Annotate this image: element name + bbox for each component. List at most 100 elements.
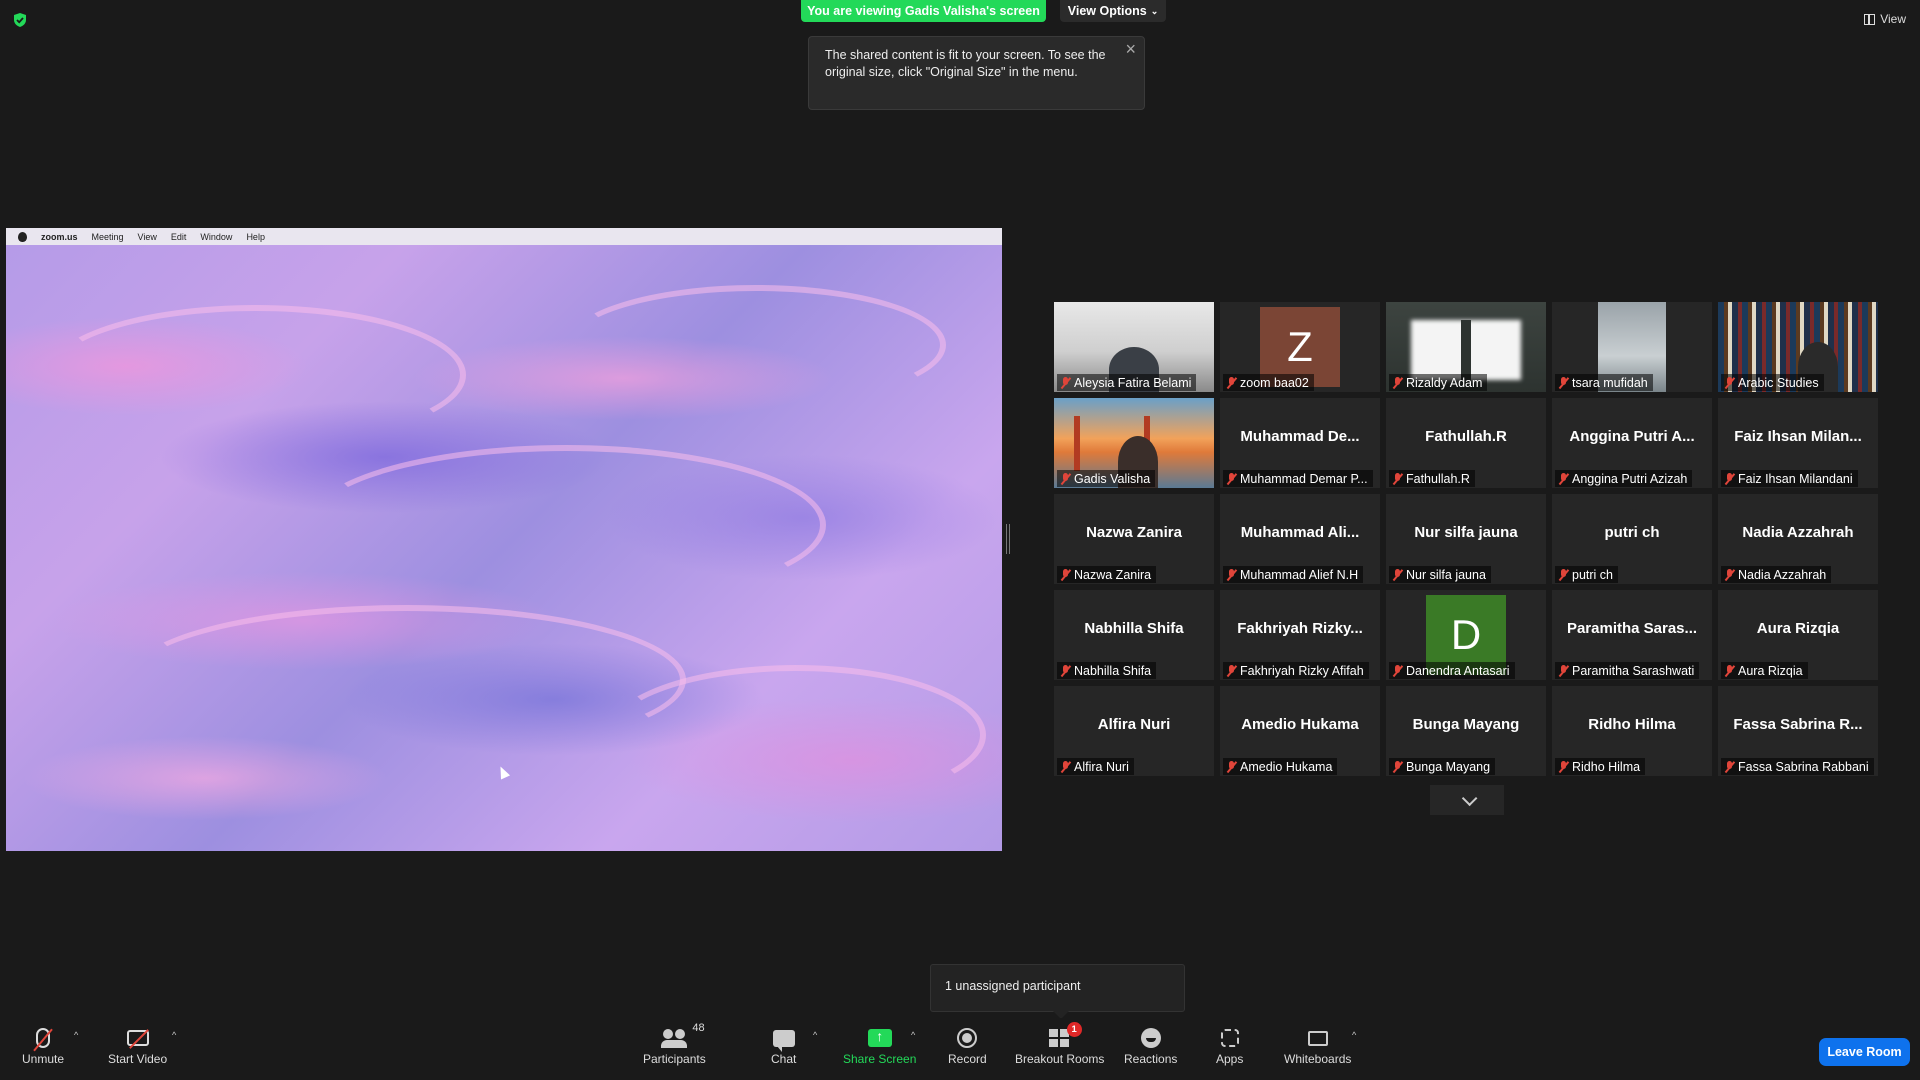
participant-tile[interactable]: Muhammad De... Muhammad Demar P... xyxy=(1220,398,1380,488)
participant-tile[interactable]: Faiz Ihsan Milan... Faiz Ihsan Milandani xyxy=(1718,398,1878,488)
resize-handle[interactable] xyxy=(1006,524,1010,554)
mic-muted-icon xyxy=(1227,376,1236,389)
participant-name-label: Alfira Nuri xyxy=(1057,758,1134,775)
participant-name-label: Danendra Antasari xyxy=(1389,662,1515,679)
reactions-label: Reactions xyxy=(1124,1052,1178,1066)
participant-name-label: Faiz Ihsan Milandani xyxy=(1721,470,1858,487)
close-icon[interactable]: × xyxy=(1125,40,1136,58)
participant-display-name: Paramitha Saras... xyxy=(1566,620,1698,637)
participant-tile[interactable]: Aleysia Fatira Belami xyxy=(1054,302,1214,392)
participant-display-name: Ridho Hilma xyxy=(1588,716,1676,733)
participant-name: Ridho Hilma xyxy=(1572,759,1641,774)
breakout-badge: 1 xyxy=(1066,1022,1082,1037)
participant-tile[interactable]: Nadia Azzahrah Nadia Azzahrah xyxy=(1718,494,1878,584)
shared-menu-item: Help xyxy=(246,231,265,242)
participant-name-label: Aleysia Fatira Belami xyxy=(1057,374,1197,391)
chat-options-caret[interactable]: ^ xyxy=(813,1030,817,1040)
participant-name: Faiz Ihsan Milandani xyxy=(1738,471,1853,486)
mic-muted-icon xyxy=(1061,376,1070,389)
participant-name-label: Arabic Studies xyxy=(1721,374,1824,391)
participant-name-label: tsara mufidah xyxy=(1555,374,1653,391)
participant-tile[interactable]: Muhammad Ali... Muhammad Alief N.H xyxy=(1220,494,1380,584)
participant-name: Danendra Antasari xyxy=(1406,663,1510,678)
participant-display-name: Bunga Mayang xyxy=(1412,716,1520,733)
participants-label: Participants xyxy=(643,1052,706,1066)
shared-screen[interactable]: zoom.us Meeting View Edit Window Help xyxy=(6,228,1002,851)
reactions-button[interactable]: Reactions xyxy=(1124,1024,1177,1066)
audio-options-caret[interactable]: ^ xyxy=(74,1030,78,1040)
participant-name-label: Paramitha Sarashwati xyxy=(1555,662,1700,679)
participant-tile[interactable]: Zzoom baa02 xyxy=(1220,302,1380,392)
leave-room-button[interactable]: Leave Room xyxy=(1819,1038,1910,1066)
share-screen-icon xyxy=(867,1028,892,1047)
whiteboards-button[interactable]: Whiteboards xyxy=(1284,1024,1351,1066)
participant-tile[interactable]: Nabhilla Shifa Nabhilla Shifa xyxy=(1054,590,1214,680)
participant-name: putri ch xyxy=(1572,567,1613,582)
gallery-scroll-down-button[interactable] xyxy=(1430,785,1504,815)
participant-tile[interactable]: Anggina Putri A... Anggina Putri Azizah xyxy=(1552,398,1712,488)
mic-muted-icon xyxy=(1061,472,1070,485)
start-video-button[interactable]: Start Video xyxy=(108,1024,167,1066)
participant-tile[interactable]: Alfira Nuri Alfira Nuri xyxy=(1054,686,1214,776)
participant-name: Nur silfa jauna xyxy=(1406,567,1486,582)
apps-button[interactable]: Apps xyxy=(1216,1024,1243,1066)
top-view-button[interactable]: View xyxy=(1864,12,1906,26)
participant-tile[interactable]: Bunga Mayang Bunga Mayang xyxy=(1386,686,1546,776)
mic-muted-icon xyxy=(1393,472,1402,485)
participant-name-label: Nadia Azzahrah xyxy=(1721,566,1832,583)
participant-tile[interactable]: Fathullah.R Fathullah.R xyxy=(1386,398,1546,488)
unassigned-participant-notice[interactable]: 1 unassigned participant xyxy=(930,964,1185,1019)
participant-tile[interactable]: tsara mufidah xyxy=(1552,302,1712,392)
participant-name: Rizaldy Adam xyxy=(1406,375,1483,390)
video-options-caret[interactable]: ^ xyxy=(172,1030,176,1040)
participant-name: zoom baa02 xyxy=(1240,375,1309,390)
shield-icon[interactable] xyxy=(12,12,28,28)
participant-tile[interactable]: Fakhriyah Rizky... Fakhriyah Rizky Afifah xyxy=(1220,590,1380,680)
participant-tile[interactable]: Ridho Hilma Ridho Hilma xyxy=(1552,686,1712,776)
chat-icon xyxy=(772,1029,795,1052)
participant-name-label: Rizaldy Adam xyxy=(1389,374,1488,391)
participant-tile[interactable]: Paramitha Saras... Paramitha Sarashwati xyxy=(1552,590,1712,680)
unassigned-text: 1 unassigned participant xyxy=(945,979,1081,993)
participant-tile[interactable]: D Danendra Antasari xyxy=(1386,590,1546,680)
participant-name-label: putri ch xyxy=(1555,566,1618,583)
participant-display-name: Fathullah.R xyxy=(1425,428,1507,445)
participant-tile[interactable]: Nazwa Zanira Nazwa Zanira xyxy=(1054,494,1214,584)
participant-display-name: Fakhriyah Rizky... xyxy=(1237,620,1363,637)
participant-display-name: Faiz Ihsan Milan... xyxy=(1734,428,1862,445)
video-off-icon xyxy=(126,1030,149,1046)
mic-muted-icon xyxy=(1393,376,1402,389)
participant-tile[interactable]: Amedio Hukama Amedio Hukama xyxy=(1220,686,1380,776)
shared-menu-item: zoom.us xyxy=(41,231,78,242)
participant-name: Gadis Valisha xyxy=(1074,471,1151,486)
shared-menu-item: Edit xyxy=(170,231,187,242)
mic-muted-icon xyxy=(1227,664,1236,677)
participant-tile[interactable]: putri ch putri ch xyxy=(1552,494,1712,584)
participant-name: Muhammad Demar P... xyxy=(1240,471,1368,486)
record-button[interactable]: Record xyxy=(948,1024,987,1066)
mic-muted-icon xyxy=(1393,760,1402,773)
participant-tile[interactable]: Fassa Sabrina R... Fassa Sabrina Rabbani xyxy=(1718,686,1878,776)
mic-muted-icon xyxy=(1559,568,1568,581)
share-screen-button[interactable]: Share Screen xyxy=(843,1024,916,1066)
view-options-button[interactable]: View Options ⌄ xyxy=(1060,0,1166,22)
mic-muted-icon xyxy=(1227,760,1236,773)
unmute-label: Unmute xyxy=(22,1052,65,1066)
view-layout-icon xyxy=(1864,13,1876,25)
participants-button[interactable]: 48 Participants xyxy=(643,1022,706,1066)
participant-name-label: Fakhriyah Rizky Afifah xyxy=(1223,662,1369,679)
share-options-caret[interactable]: ^ xyxy=(911,1030,915,1040)
reactions-icon xyxy=(1140,1028,1161,1048)
participant-name-label: zoom baa02 xyxy=(1223,374,1314,391)
participant-tile[interactable]: Arabic Studies xyxy=(1718,302,1878,392)
breakout-rooms-button[interactable]: 1 Breakout Rooms xyxy=(1015,1022,1105,1066)
chat-button[interactable]: Chat xyxy=(771,1024,796,1066)
whiteboard-options-caret[interactable]: ^ xyxy=(1352,1030,1356,1040)
participant-tile[interactable]: Aura Rizqia Aura Rizqia xyxy=(1718,590,1878,680)
breakout-rooms-label: Breakout Rooms xyxy=(1015,1052,1105,1066)
participant-tile[interactable]: Nur silfa jauna Nur silfa jauna xyxy=(1386,494,1546,584)
unmute-button[interactable]: Unmute xyxy=(22,1024,64,1066)
participant-tile[interactable]: Gadis Valisha xyxy=(1054,398,1214,488)
participant-tile[interactable]: Rizaldy Adam xyxy=(1386,302,1546,392)
participant-name: Nabhilla Shifa xyxy=(1074,663,1152,678)
